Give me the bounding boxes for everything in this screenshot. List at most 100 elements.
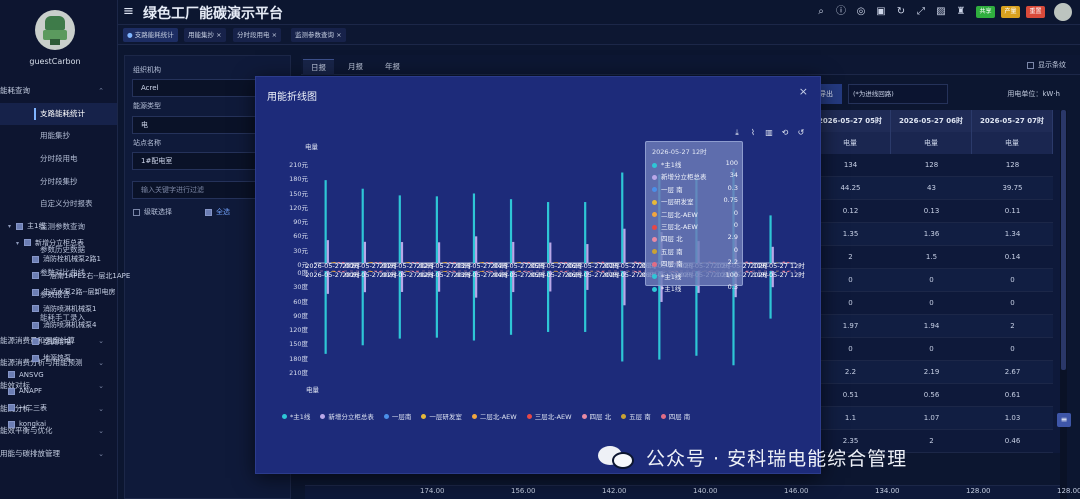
sidebar-item[interactable]: 支路能耗统计 [0,102,117,126]
bar-mark-top[interactable] [361,188,364,263]
bar-mark-top[interactable] [549,242,552,263]
tree-node[interactable]: ANAPF [8,383,163,400]
legend-item[interactable]: 三层北-AEW [526,411,572,421]
tab-energy-collect[interactable]: 用能集抄 × [184,28,226,42]
avatar[interactable] [35,10,75,50]
bar-mark-top[interactable] [472,193,476,263]
sidebar-item[interactable]: 用能集抄 [0,125,117,148]
tree-checkbox[interactable] [32,321,39,329]
bar-mark-top[interactable] [769,215,772,263]
legend-item[interactable]: 一层南 [383,411,411,421]
bar-mark-top[interactable] [326,240,329,263]
legend-item[interactable]: 四层 南 [660,411,690,421]
image-icon[interactable]: ▨ [934,5,948,19]
tree-node[interactable]: 消防栓机械泵2路1 [8,251,163,268]
bar-mark-top[interactable] [547,202,550,263]
select-all[interactable]: 全选 [205,207,230,217]
tree-checkbox[interactable] [8,371,15,378]
bar-mark-top[interactable] [509,199,513,263]
bar-mark-top[interactable] [584,202,587,263]
select-all-checkbox[interactable] [205,208,212,216]
bar-mark-bottom[interactable] [472,271,476,341]
tree-checkbox[interactable] [32,305,39,312]
screen-icon[interactable]: ▣ [874,5,888,19]
legend-item[interactable]: 五层 南 [621,411,651,421]
bar-mark-bottom[interactable] [361,271,364,346]
output-button[interactable]: 产量 [1001,6,1020,18]
legend-item[interactable]: *主1线 [282,411,310,421]
tree-node[interactable]: 空调用电 [8,334,163,351]
sidebar-item[interactable]: 能耗查询 ⌃ [0,80,117,103]
bar-mark-top[interactable] [363,241,367,263]
tree-node[interactable]: ▾ 新增分立柜总表 [8,235,163,252]
share-button[interactable]: 共享 [976,6,995,18]
sidebar-item[interactable]: 自定义分时报表 [0,193,117,216]
tree-checkbox[interactable] [16,222,23,230]
tree-checkbox[interactable] [32,272,39,279]
tree-node[interactable]: 生活水泵2路--层卸电房 [8,284,163,301]
tree-checkbox[interactable] [32,255,39,263]
settings-float-icon[interactable]: ≡ [1057,413,1071,427]
caret-icon[interactable]: ▾ [16,236,24,253]
show-stripes-checkbox[interactable] [1027,61,1034,69]
scrollbar-thumb[interactable] [1061,110,1066,370]
bar-mark-top[interactable] [437,242,441,263]
menu-toggle-icon[interactable]: ≡ [123,4,134,19]
bar-mark-top[interactable] [621,172,624,263]
tree-node[interactable]: 消防喷淋机械泵4 [8,317,163,334]
bar-mark-top[interactable] [586,244,589,263]
tree-checkbox[interactable] [32,288,39,296]
shirt-icon[interactable]: ♜ [954,5,968,19]
bar-mark-top[interactable] [324,180,327,263]
sidebar-item[interactable]: 分时段集抄 [0,171,117,194]
tab-yearly[interactable]: 年报 [377,59,408,75]
bar-mark-bottom[interactable] [398,271,401,339]
bar-mark-bottom[interactable] [435,271,438,338]
tree-checkbox[interactable] [24,239,31,246]
bar-mark-top[interactable] [475,236,478,263]
layers-icon[interactable]: ◎ [854,5,868,19]
show-stripes-toggle[interactable]: 显示条纹 [1027,60,1066,70]
user-avatar[interactable] [1054,3,1072,21]
cascade-select[interactable]: 级联选择 [133,207,172,217]
legend-item[interactable]: 新增分立柜总表 [320,411,374,421]
search-icon[interactable]: ⌕ [814,5,828,19]
legend-item[interactable]: 二层北-AEW [471,411,517,421]
tab-monthly[interactable]: 月报 [340,59,371,75]
tree-node[interactable]: 消防喷淋机械泵1 [8,301,163,318]
close-icon[interactable]: × [272,31,277,39]
tab-daily[interactable]: 日报 [303,59,334,75]
tree-checkbox[interactable] [32,354,39,362]
tree-checkbox[interactable] [8,404,15,411]
bar-mark-bottom[interactable] [621,271,624,362]
cascade-checkbox[interactable] [133,208,140,216]
bar-mark-bottom[interactable] [547,271,550,332]
bar-mark-top[interactable] [400,242,404,263]
legend-item[interactable]: 一层研发室 [421,411,462,421]
sidebar-item[interactable]: 用能与碳排放管理 ⌄ [0,443,117,466]
legend-item[interactable]: 四层 北 [581,411,611,421]
tab-monitor-query[interactable]: 监测参数查询 × [291,28,346,42]
tree-node[interactable]: 一二三表 [8,400,163,417]
sidebar-item[interactable]: 分时段用电 [0,148,117,171]
close-icon[interactable]: × [216,31,221,39]
tree-node[interactable]: 一层南1APE2右--层北1APE [8,268,163,285]
tree-node[interactable]: 地源热泵 [8,350,163,367]
help-icon[interactable]: ⓘ [834,5,848,19]
reset-button[interactable]: 重置 [1026,6,1045,18]
caret-icon[interactable]: ▾ [8,219,16,236]
bar-mark-top[interactable] [435,196,438,263]
close-icon[interactable]: × [336,31,341,39]
bar-mark-bottom[interactable] [509,271,513,335]
tree-node[interactable]: kongkai [8,416,163,433]
tree-checkbox[interactable] [32,338,39,345]
fullscreen-icon[interactable]: ⤢ [914,5,928,19]
bar-mark-top[interactable] [398,195,401,263]
tree-node[interactable]: ▾ 主1线 [8,218,163,235]
bar-mark-bottom[interactable] [584,271,587,332]
bar-mark-top[interactable] [623,228,626,263]
refresh-icon[interactable]: ↻ [894,5,908,19]
tree-checkbox[interactable] [8,420,15,428]
bar-mark-bottom[interactable] [324,271,327,354]
tree-node[interactable]: ANSVG [8,367,163,384]
